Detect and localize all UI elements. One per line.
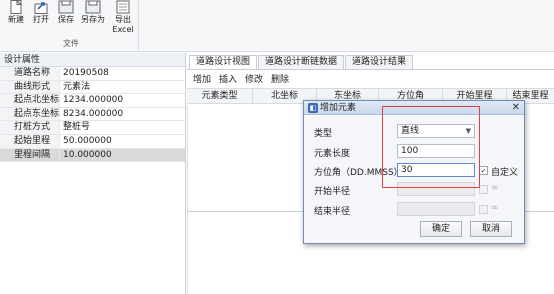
- highlight-annotation-box: [382, 106, 480, 188]
- property-value[interactable]: 1234.000000: [60, 94, 185, 107]
- open-button[interactable]: 打开: [28, 0, 54, 38]
- property-row[interactable]: 起始里程 50.000000: [0, 134, 185, 149]
- save-button[interactable]: 保存: [53, 0, 79, 38]
- insert-button[interactable]: 插入: [219, 72, 237, 85]
- modify-button[interactable]: 修改: [245, 72, 263, 85]
- property-row[interactable]: 起点北坐标 1234.000000: [0, 94, 185, 108]
- length-label: 元素长度: [314, 149, 351, 159]
- save-as-icon: [85, 0, 101, 14]
- property-key: 起始里程: [0, 134, 60, 148]
- grid-toolbar: 增加 插入 修改 删除: [187, 69, 554, 87]
- start-infinity-checkbox: [479, 185, 488, 194]
- property-key: 起点北坐标: [0, 94, 60, 107]
- add-button[interactable]: 增加: [193, 72, 211, 85]
- infinity-label: ∞: [491, 183, 499, 193]
- end-infinity-checkbox: [479, 205, 488, 214]
- infinity-label: ∞: [491, 203, 499, 213]
- property-key: 里程间隔: [0, 148, 60, 162]
- open-label: 打开: [33, 15, 49, 24]
- export-excel-icon: [116, 0, 130, 14]
- app-icon: ◧: [308, 103, 318, 113]
- new-label: 新建: [8, 15, 24, 24]
- ok-button[interactable]: 确定: [420, 221, 462, 237]
- export-label-excel: Excel: [112, 25, 134, 34]
- save-as-button[interactable]: 另存为: [80, 0, 106, 38]
- save-as-label: 另存为: [81, 15, 105, 24]
- property-key: 曲线形式: [0, 80, 60, 94]
- export-label: 导出: [115, 15, 131, 24]
- property-value[interactable]: 20190508: [60, 67, 185, 80]
- property-key: 起点东坐标: [0, 107, 60, 121]
- property-value[interactable]: 元素法: [60, 81, 185, 94]
- close-icon[interactable]: ✕: [512, 101, 520, 115]
- open-arrow-icon: [34, 2, 48, 14]
- tab-bar: 道路设计视图 道路设计断链数据 道路设计结果: [189, 55, 414, 69]
- custom-label: 自定义: [491, 168, 519, 178]
- end-radius-input: [397, 202, 475, 216]
- property-value[interactable]: 10.000000: [60, 148, 185, 162]
- ribbon-toolbar: 新建 打开 保存 另存为 导出 Excel 文件: [0, 0, 554, 52]
- start-radius-label: 开始半径: [314, 187, 351, 197]
- save-label: 保存: [58, 15, 74, 24]
- property-value[interactable]: 整桩号: [60, 121, 185, 134]
- property-row-selected[interactable]: 里程间隔 10.000000: [0, 148, 185, 163]
- export-excel-button[interactable]: 导出 Excel: [110, 0, 136, 38]
- dialog-title: 增加元素: [320, 103, 357, 113]
- property-key: 打桩方式: [0, 121, 60, 134]
- end-radius-label: 结束半径: [314, 207, 351, 217]
- property-row[interactable]: 起点东坐标 8234.000000: [0, 107, 185, 122]
- ribbon-separator: [138, 0, 139, 50]
- ribbon-group-label: 文件: [63, 39, 79, 48]
- property-value[interactable]: 50.000000: [60, 135, 185, 148]
- new-button[interactable]: 新建: [3, 0, 29, 38]
- delete-button[interactable]: 删除: [271, 72, 289, 85]
- property-panel-title: 设计属性: [0, 53, 185, 67]
- column-header[interactable]: 元素类型: [187, 89, 253, 104]
- new-file-icon: [10, 0, 23, 14]
- tab-design-view[interactable]: 道路设计视图: [189, 55, 258, 69]
- property-panel: 设计属性 道路名称 20190508 曲线形式 元素法 起点北坐标 1234.0…: [0, 53, 186, 294]
- tab-design-result[interactable]: 道路设计结果: [345, 55, 414, 69]
- cancel-button[interactable]: 取消: [470, 221, 512, 237]
- property-row[interactable]: 道路名称 20190508: [0, 67, 185, 81]
- property-value[interactable]: 8234.000000: [60, 108, 185, 121]
- property-row[interactable]: 曲线形式 元素法: [0, 80, 185, 95]
- property-key: 道路名称: [0, 67, 60, 80]
- type-label: 类型: [314, 129, 333, 139]
- property-row[interactable]: 打桩方式 整桩号: [0, 121, 185, 135]
- custom-checkbox[interactable]: ✓: [479, 166, 488, 175]
- tab-chain-break-data[interactable]: 道路设计断链数据: [258, 55, 345, 69]
- save-icon: [58, 0, 74, 14]
